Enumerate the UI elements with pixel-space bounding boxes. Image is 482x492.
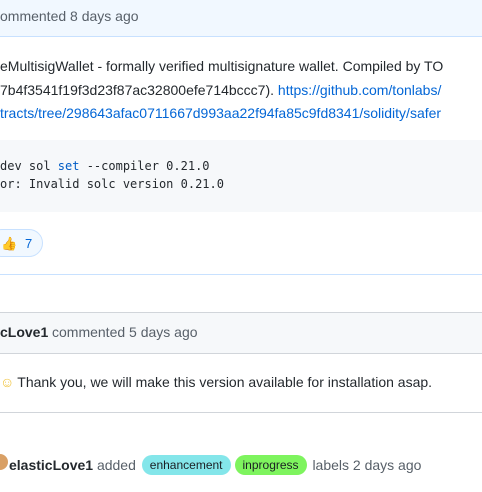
reaction-thumbs-up-button[interactable]: 👍 7 bbox=[0, 229, 43, 257]
label-enhancement[interactable]: enhancement bbox=[141, 455, 231, 475]
event-actor-link[interactable]: elasticLove1 bbox=[9, 457, 93, 473]
code-block: dev sol set --compiler 0.21.0 or: Invali… bbox=[0, 140, 482, 212]
thumbs-up-icon: 👍 bbox=[1, 236, 18, 251]
timeline-event: elasticLove1 added enhancement inprogress… bbox=[9, 455, 421, 475]
github-link[interactable]: https://github.com/tonlabs/ bbox=[278, 82, 441, 98]
comment-body: ☺ Thank you, we will make this version av… bbox=[0, 374, 432, 390]
avatar[interactable] bbox=[0, 454, 8, 470]
divider bbox=[0, 412, 482, 413]
comment-text: Thank you, we will make this version ava… bbox=[17, 374, 433, 390]
event-suffix: labels 2 days ago bbox=[312, 457, 422, 473]
emoji-icon: ☺ bbox=[0, 374, 15, 390]
comment-body-line: tracts/tree/298643afac0711667d993aa22f94… bbox=[0, 105, 441, 121]
comment-body-line: 7b4f3541f19f3d23f87ac32800efe714bccc7). … bbox=[0, 82, 441, 98]
comment-author-link[interactable]: cLove1 bbox=[0, 324, 48, 340]
commit-hash-text: 7b4f3541f19f3d23f87ac32800efe714bccc7). bbox=[0, 82, 278, 98]
comment-header: ommented 8 days ago bbox=[0, 0, 482, 37]
reaction-count: 7 bbox=[25, 236, 33, 251]
comment-meta: ommented 8 days ago bbox=[0, 8, 139, 24]
label-inprogress[interactable]: inprogress bbox=[234, 455, 307, 475]
github-link-continued[interactable]: tracts/tree/298643afac0711667d993aa22f94… bbox=[0, 105, 441, 121]
comment-header: cLove1 commented 5 days ago bbox=[0, 313, 482, 354]
code-line: or: Invalid solc version 0.21.0 bbox=[0, 177, 224, 191]
divider bbox=[0, 274, 482, 275]
event-action: added bbox=[96, 457, 136, 473]
code-line: dev sol set --compiler 0.21.0 bbox=[0, 159, 210, 173]
comment-body-line: eMultisigWallet - formally verified mult… bbox=[0, 58, 444, 74]
comment-meta[interactable]: commented 5 days ago bbox=[52, 324, 198, 340]
